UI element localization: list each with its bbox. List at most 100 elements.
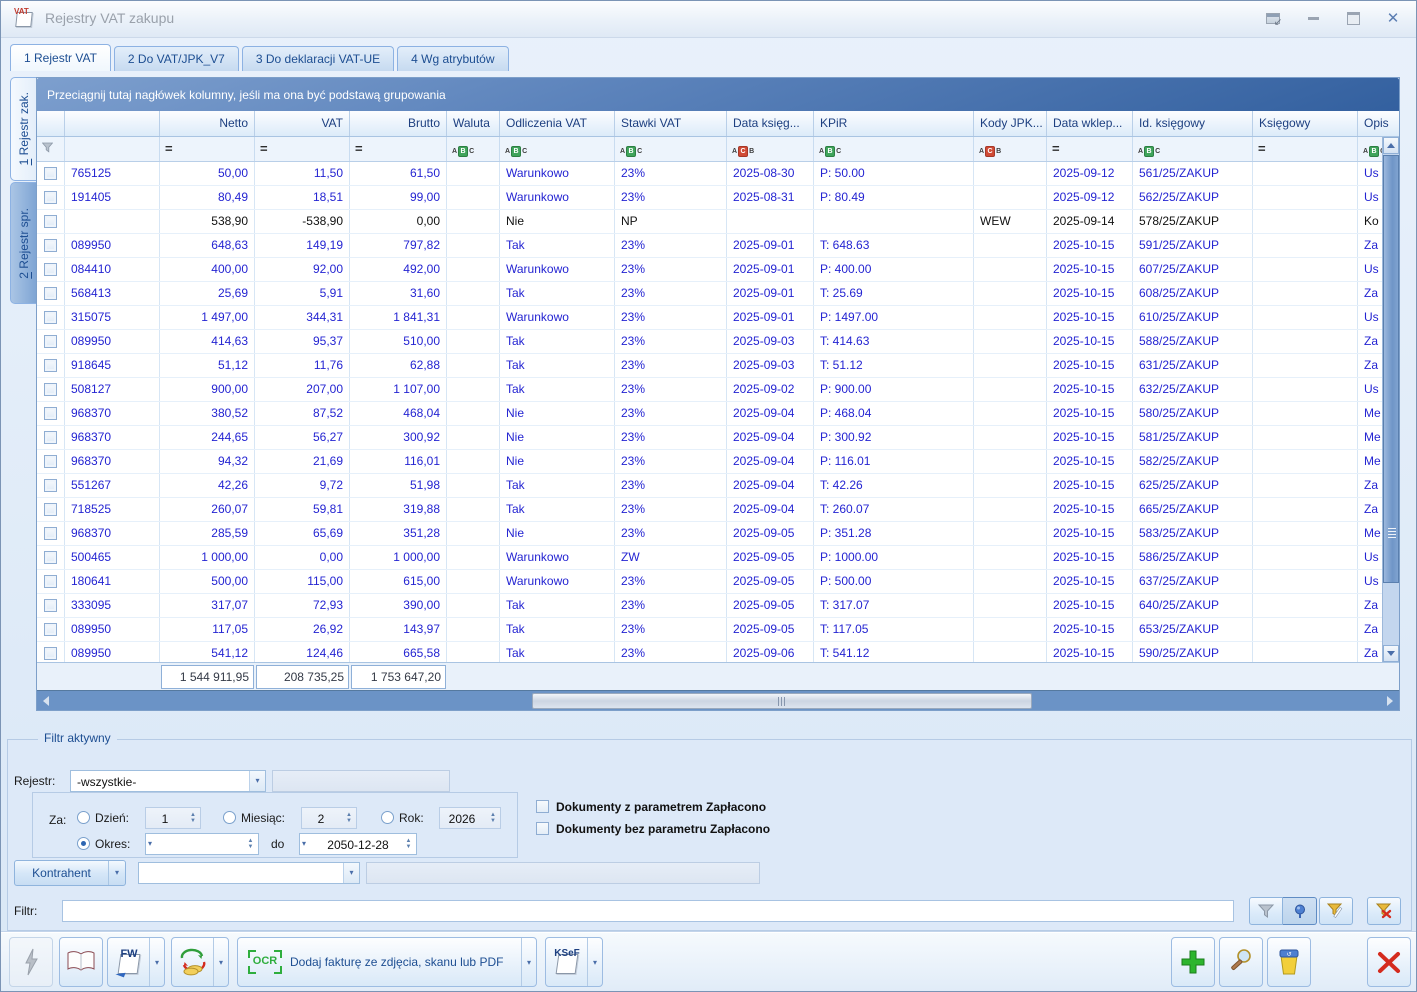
filter-cell-nip[interactable]: [65, 137, 160, 161]
column-header-ksiegowy[interactable]: Księgowy: [1253, 111, 1358, 136]
column-header-nip[interactable]: [65, 111, 160, 136]
table-row[interactable]: 968370285,5965,69351,28Nie23%2025-09-05P…: [37, 522, 1399, 546]
table-row[interactable]: 089950648,63149,19797,82Tak23%2025-09-01…: [37, 234, 1399, 258]
row-checkbox[interactable]: [44, 455, 57, 468]
table-row[interactable]: 089950117,0526,92143,97Tak23%2025-09-05T…: [37, 618, 1399, 642]
chevron-down-icon[interactable]: ▾: [521, 938, 536, 986]
chevron-down-icon[interactable]: ▾: [249, 771, 265, 791]
row-checkbox[interactable]: [44, 335, 57, 348]
stepper-arrows-icon[interactable]: ▲▼: [186, 808, 200, 828]
close-window-button[interactable]: [1367, 937, 1411, 987]
filter-clear-button[interactable]: [1367, 897, 1401, 925]
filter-cell-kpir[interactable]: ABC: [814, 137, 974, 161]
ocr-add-invoice-button[interactable]: OCR Dodaj fakturę ze zdjęcia, skanu lub …: [237, 937, 537, 987]
kontrahent-select[interactable]: ▾: [138, 862, 360, 884]
tab-4[interactable]: 4 Wg atrybutów: [397, 46, 508, 71]
stepper-arrows-icon[interactable]: ▲▼: [486, 808, 500, 828]
scroll-up-icon[interactable]: [1383, 137, 1399, 154]
column-header-brutto[interactable]: Brutto: [350, 111, 447, 136]
row-checkbox[interactable]: [44, 383, 57, 396]
stepper-arrows-icon[interactable]: ▲▼: [244, 834, 257, 854]
minimize-icon[interactable]: [1300, 7, 1326, 29]
chevron-down-icon[interactable]: ▾: [587, 938, 602, 986]
dzien-stepper[interactable]: 1 ▲▼: [145, 807, 201, 829]
column-header-data_wklep[interactable]: Data wklep...: [1047, 111, 1133, 136]
chevron-down-icon[interactable]: ▾: [148, 839, 152, 848]
row-checkbox[interactable]: [44, 263, 57, 276]
fw-internal-invoice-button[interactable]: FW ▾: [107, 937, 165, 987]
filter-cell-data_wklep[interactable]: =: [1047, 137, 1133, 161]
scroll-down-icon[interactable]: [1383, 645, 1399, 662]
filter-cell-vat[interactable]: =: [255, 137, 350, 161]
filter-cell-data_ksieg[interactable]: ACB: [727, 137, 814, 161]
table-row[interactable]: 089950414,6395,37510,00Tak23%2025-09-03T…: [37, 330, 1399, 354]
radio-rok[interactable]: [381, 811, 394, 824]
row-checkbox[interactable]: [44, 167, 57, 180]
table-row[interactable]: 089950541,12124,46665,58Tak23%2025-09-06…: [37, 642, 1399, 662]
row-checkbox[interactable]: [44, 599, 57, 612]
table-row[interactable]: 55126742,269,7251,98Tak23%2025-09-04T: 4…: [37, 474, 1399, 498]
row-checkbox[interactable]: [44, 359, 57, 372]
row-checkbox[interactable]: [44, 503, 57, 516]
column-header-netto[interactable]: Netto: [160, 111, 255, 136]
table-row[interactable]: 180641500,00115,00615,00Warunkowo23%2025…: [37, 570, 1399, 594]
column-header-kpir[interactable]: KPiR: [814, 111, 974, 136]
add-button[interactable]: [1171, 937, 1215, 987]
side-tab-2[interactable]: 2 Rejestr spr.: [10, 182, 36, 304]
column-header-odliczenia[interactable]: Odliczenia VAT: [500, 111, 615, 136]
row-checkbox[interactable]: [44, 479, 57, 492]
column-header-stawki[interactable]: Stawki VAT: [615, 111, 727, 136]
table-row[interactable]: 538,90-538,900,00NieNPWEW2025-09-14578/2…: [37, 210, 1399, 234]
radio-dzien[interactable]: [77, 811, 90, 824]
column-header-check[interactable]: [37, 111, 65, 136]
row-checkbox[interactable]: [44, 287, 57, 300]
row-checkbox[interactable]: [44, 623, 57, 636]
rok-stepper[interactable]: 2026 ▲▼: [439, 807, 501, 829]
filtr-input[interactable]: [62, 900, 1234, 922]
group-by-band[interactable]: Przeciągnij tutaj nagłówek kolumny, jeśl…: [37, 78, 1399, 111]
detach-window-icon[interactable]: ↙: [1260, 7, 1286, 29]
side-tab-1[interactable]: 1 Rejestr zak.: [10, 77, 36, 181]
view-edit-button[interactable]: [1219, 937, 1263, 987]
row-checkbox[interactable]: [44, 431, 57, 444]
vertical-scroll-thumb[interactable]: [1383, 155, 1399, 583]
row-checkbox[interactable]: [44, 575, 57, 588]
table-row[interactable]: 718525260,0759,81319,88Tak23%2025-09-04T…: [37, 498, 1399, 522]
okres-to-date[interactable]: ▾ 2050-12-28 ▲▼: [299, 833, 417, 855]
filter-pin-button[interactable]: [1283, 897, 1317, 925]
table-row[interactable]: 333095317,0772,93390,00Tak23%2025-09-05T…: [37, 594, 1399, 618]
table-row[interactable]: 968370244,6556,27300,92Nie23%2025-09-04P…: [37, 426, 1399, 450]
tab-1[interactable]: 1 Rejestr VAT: [10, 44, 111, 71]
column-header-id_ksiegowy[interactable]: Id. księgowy: [1133, 111, 1253, 136]
table-row[interactable]: 3150751 497,00344,311 841,31Warunkowo23%…: [37, 306, 1399, 330]
checkbox-zaplacono-with[interactable]: [536, 800, 549, 813]
filter-cell-ksiegowy[interactable]: =: [1253, 137, 1358, 161]
row-checkbox[interactable]: [44, 647, 57, 660]
kontrahent-button[interactable]: Kontrahent ▾: [14, 860, 126, 886]
table-row[interactable]: 56841325,695,9131,60Tak23%2025-09-01T: 2…: [37, 282, 1399, 306]
chevron-down-icon[interactable]: ▾: [343, 863, 359, 883]
filter-cell-brutto[interactable]: =: [350, 137, 447, 161]
maximize-icon[interactable]: [1340, 7, 1366, 29]
rejestr-select[interactable]: -wszystkie- ▾: [70, 770, 266, 792]
checkbox-zaplacono-without[interactable]: [536, 822, 549, 835]
table-row[interactable]: 084410400,0092,00492,00Warunkowo23%2025-…: [37, 258, 1399, 282]
open-register-book-button[interactable]: [59, 937, 103, 987]
stepper-arrows-icon[interactable]: ▲▼: [402, 834, 415, 854]
ksef-button[interactable]: KSeF ▾: [545, 937, 603, 987]
row-checkbox[interactable]: [44, 191, 57, 204]
table-row[interactable]: 96837094,3221,69116,01Nie23%2025-09-04P:…: [37, 450, 1399, 474]
scroll-left-icon[interactable]: [37, 691, 55, 711]
horizontal-scroll-thumb[interactable]: [532, 693, 1032, 709]
rozliczenia-button[interactable]: ▾: [171, 937, 229, 987]
filter-cell-odliczenia[interactable]: ABC: [500, 137, 615, 161]
okres-from-date[interactable]: ▾ ▲▼: [145, 833, 259, 855]
column-header-waluta[interactable]: Waluta: [447, 111, 500, 136]
table-row[interactable]: 968370380,5287,52468,04Nie23%2025-09-04P…: [37, 402, 1399, 426]
scroll-right-icon[interactable]: [1381, 691, 1399, 711]
delete-button[interactable]: ↺: [1267, 937, 1311, 987]
row-checkbox[interactable]: [44, 407, 57, 420]
chevron-down-icon[interactable]: ▾: [108, 861, 125, 885]
radio-okres[interactable]: [77, 837, 90, 850]
table-row[interactable]: 91864551,1211,7662,88Tak23%2025-09-03T: …: [37, 354, 1399, 378]
